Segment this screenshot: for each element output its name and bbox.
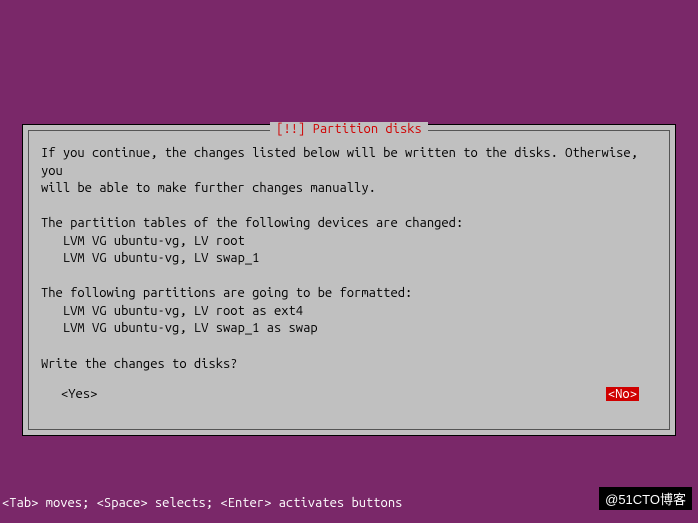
dialog-body: If you continue, the changes listed belo… [41, 145, 657, 373]
body-line: Write the changes to disks? [41, 357, 238, 371]
no-button[interactable]: <No> [606, 387, 639, 401]
dialog-outer-frame: [!!] Partition disks If you continue, th… [22, 124, 676, 436]
body-line: If you continue, the changes listed belo… [41, 146, 645, 178]
dialog-title: [!!] Partition disks [270, 122, 428, 136]
dialog-frame: [!!] Partition disks If you continue, th… [28, 130, 670, 430]
help-bar: <Tab> moves; <Space> selects; <Enter> ac… [0, 496, 402, 510]
dialog-title-wrap: [!!] Partition disks [29, 122, 669, 136]
watermark: @51CTO博客 [599, 487, 692, 510]
body-line: LVM VG ubuntu-vg, LV swap_1 [41, 251, 259, 265]
body-line: The partition tables of the following de… [41, 216, 463, 230]
yes-button[interactable]: <Yes> [59, 387, 99, 401]
body-line: LVM VG ubuntu-vg, LV root as ext4 [41, 304, 303, 318]
button-row: <Yes> <No> [41, 387, 657, 401]
body-line: LVM VG ubuntu-vg, LV root [41, 234, 245, 248]
body-line: The following partitions are going to be… [41, 286, 412, 300]
body-line: LVM VG ubuntu-vg, LV swap_1 as swap [41, 321, 318, 335]
body-line: will be able to make further changes man… [41, 181, 376, 195]
